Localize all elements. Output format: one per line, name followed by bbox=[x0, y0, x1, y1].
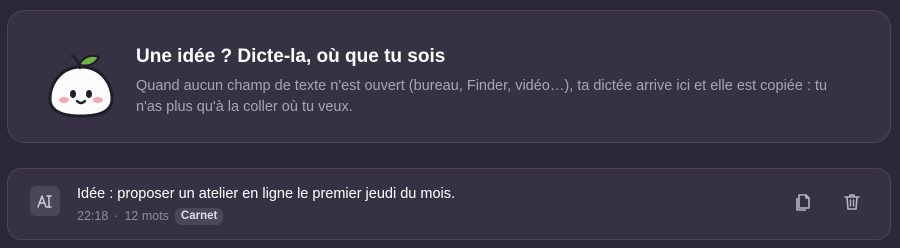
dictation-text-icon bbox=[30, 186, 60, 216]
note-time: 22:18 bbox=[77, 209, 109, 223]
note-tag[interactable]: Carnet bbox=[174, 207, 224, 225]
delete-button[interactable] bbox=[840, 190, 864, 214]
intro-card: Une idée ? Dicte-la, où que tu sois Quan… bbox=[7, 10, 891, 143]
copy-icon bbox=[796, 194, 810, 211]
intro-description: Quand aucun champ de texte n'est ouvert … bbox=[136, 78, 828, 115]
intro-title: Une idée ? Dicte-la, où que tu sois bbox=[136, 46, 446, 67]
mascot-illustration bbox=[48, 54, 114, 118]
dictation-history-page: Une idée ? Dicte-la, où que tu sois Quan… bbox=[0, 0, 900, 248]
note-meta: 22:18 · 12 mots Carnet bbox=[77, 207, 224, 225]
trash-icon bbox=[844, 194, 860, 210]
word-count: 12 mots bbox=[124, 209, 169, 223]
note-text: Idée : proposer un atelier en ligne le p… bbox=[77, 186, 456, 202]
meta-separator: · bbox=[114, 209, 119, 223]
copy-button[interactable] bbox=[791, 190, 815, 214]
dictation-note[interactable]: Idée : proposer un atelier en ligne le p… bbox=[7, 168, 891, 240]
